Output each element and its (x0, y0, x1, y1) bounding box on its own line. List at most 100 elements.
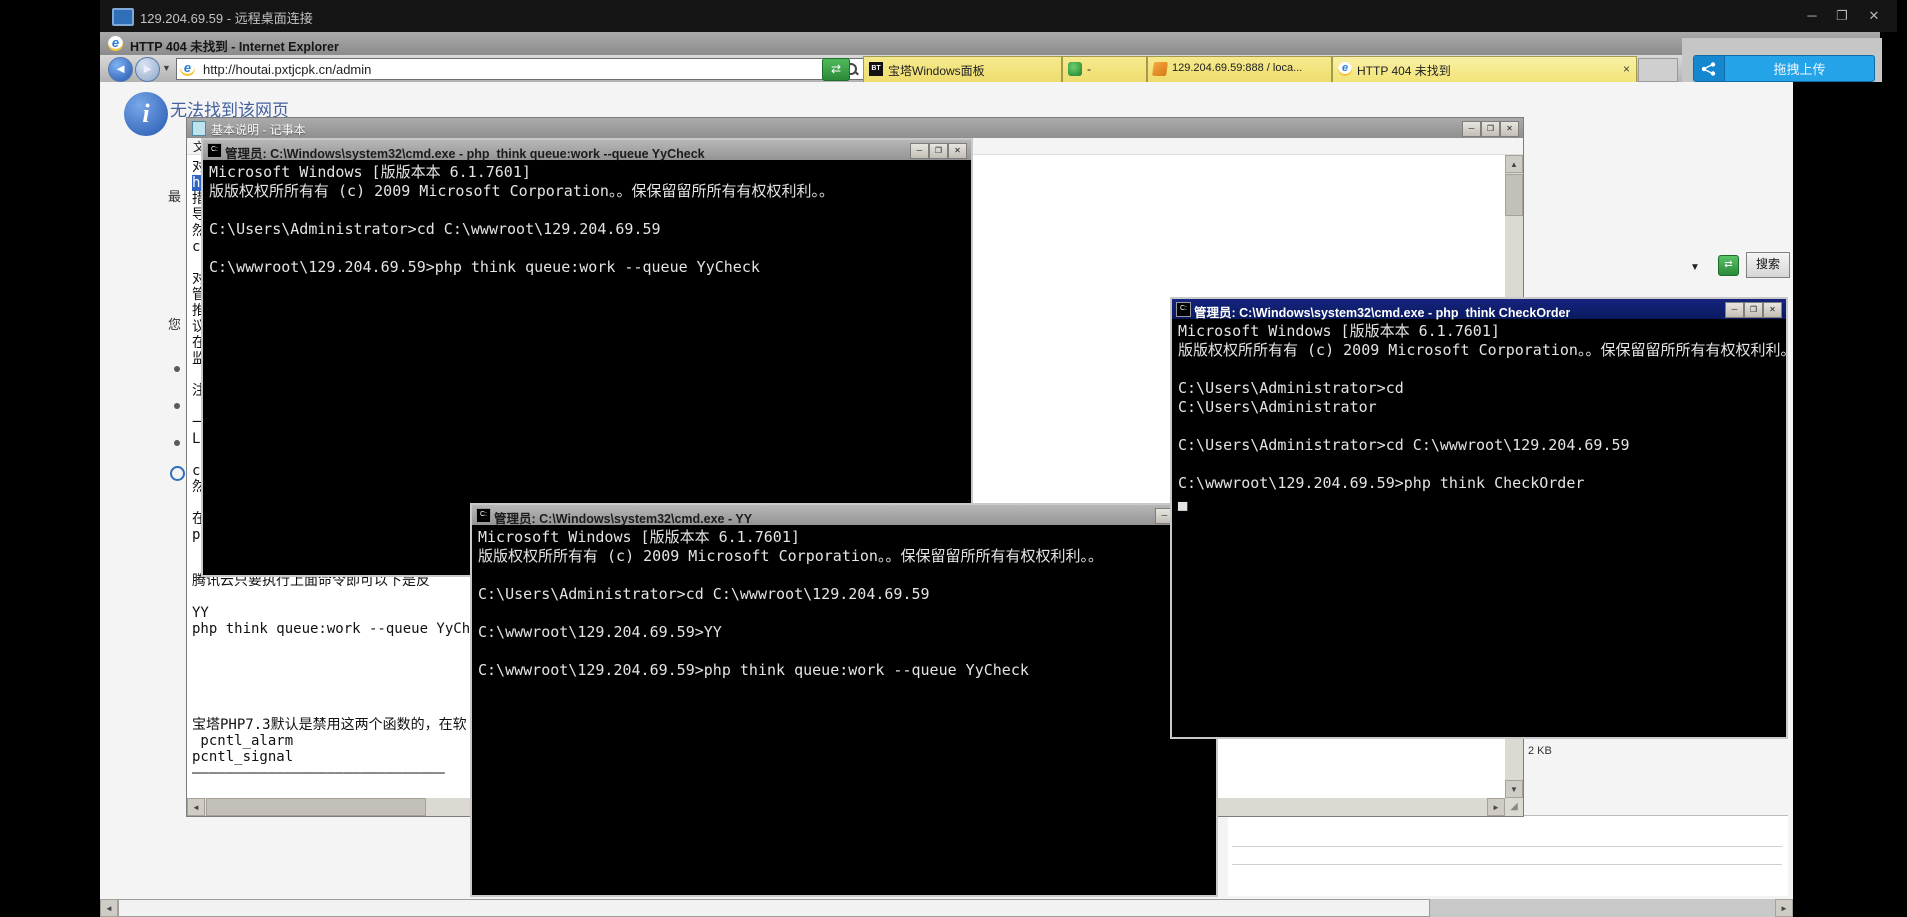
terminal-line: C:\wwwroot\129.204.69.59>php think Check… (1178, 474, 1786, 493)
terminal-line (478, 642, 1216, 661)
scroll-left-icon[interactable]: ◄ (100, 899, 118, 917)
refresh-swap-icon[interactable]: ⇄ (1718, 255, 1739, 276)
ie-titlebar: e HTTP 404 未找到 - Internet Explorer (100, 32, 1880, 56)
file-size-label: 2 KB (1528, 745, 1552, 757)
terminal-line: C:\Users\Administrator>cd C:\wwwroot\129… (478, 585, 1216, 604)
cmd-icon: C: (1176, 302, 1191, 317)
notepad-maximize-button[interactable]: ❐ (1481, 121, 1500, 137)
scroll-left-icon[interactable]: ◄ (187, 798, 205, 816)
terminal-line (478, 604, 1216, 623)
history-dropdown-icon[interactable]: ▼ (162, 63, 171, 73)
notepad-close-button[interactable]: ✕ (1500, 121, 1519, 137)
resize-grip-icon[interactable]: ◢ (1505, 798, 1523, 816)
phpmyadmin-icon (1152, 62, 1168, 76)
dropdown-caret-icon[interactable]: ▼ (1690, 262, 1700, 273)
tab-green-site[interactable]: - (1062, 56, 1147, 82)
tab-label: HTTP 404 未找到 (1357, 62, 1451, 79)
notepad-icon (192, 121, 206, 136)
session-horizontal-scrollbar[interactable]: ◄ ► (100, 899, 1793, 917)
drag-upload-button[interactable]: 拖拽上传 (1693, 55, 1875, 82)
terminal-line: ▄ (1178, 493, 1786, 512)
bullet-icon (174, 440, 180, 446)
ie-favicon-icon: e (1338, 62, 1352, 76)
terminal-output[interactable]: Microsoft Windows [版版本本 6.1.7601]版版权权所所有… (1172, 319, 1786, 737)
cmd-maximize-button[interactable]: ❐ (1744, 302, 1763, 318)
page-favicon-icon: e (180, 61, 195, 76)
cmd-titlebar[interactable]: C: 管理员: C:\Windows\system32\cmd.exe - ph… (203, 140, 971, 160)
terminal-line (1178, 360, 1786, 379)
bullet-icon (174, 403, 180, 409)
divider (1232, 846, 1782, 847)
green-site-icon (1068, 62, 1082, 76)
scroll-thumb[interactable] (118, 899, 1430, 917)
tab-label: - (1087, 62, 1091, 76)
upload-label: 拖拽上传 (1725, 59, 1874, 78)
page-panel (1228, 815, 1788, 896)
terminal-line (1178, 417, 1786, 436)
refresh-go-button[interactable]: ⇄ (822, 58, 850, 81)
tab-http-404[interactable]: e HTTP 404 未找到 × (1332, 56, 1637, 82)
terminal-line (209, 201, 971, 220)
ie-logo-icon: e (108, 36, 123, 51)
terminal-line: C:\Users\Administrator>cd C:\wwwroot\129… (1178, 436, 1786, 455)
scroll-up-icon[interactable]: ▲ (1505, 155, 1523, 173)
terminal-line (209, 239, 971, 258)
cmd-icon: C: (476, 508, 491, 523)
share-upload-icon (1694, 56, 1725, 81)
baota-icon: BT (869, 62, 883, 76)
cmd-titlebar[interactable]: C: 管理员: C:\Windows\system32\cmd.exe - YY… (472, 505, 1216, 525)
search-button[interactable]: 搜索 (1746, 252, 1790, 278)
terminal-line: 版版权权所所有有 (c) 2009 Microsoft Corporation。… (209, 182, 971, 201)
tab-phpmyadmin[interactable]: 129.204.69.59:888 / loca... (1147, 56, 1332, 82)
cmd-maximize-button[interactable]: ❐ (929, 143, 948, 159)
terminal-line (478, 566, 1216, 585)
cmd-icon: C: (207, 143, 222, 158)
cmd-minimize-button[interactable]: ─ (910, 143, 929, 159)
cmd-window-check-order: C: 管理员: C:\Windows\system32\cmd.exe - ph… (1170, 297, 1788, 739)
terminal-line: 版版权权所所有有 (c) 2009 Microsoft Corporation。… (478, 547, 1216, 566)
new-tab-button[interactable] (1638, 58, 1678, 82)
notepad-titlebar[interactable]: 基本说明 - 记事本 ─ ❐ ✕ (187, 118, 1523, 138)
tab-close-icon[interactable]: × (1623, 62, 1630, 76)
scroll-right-icon[interactable]: ► (1487, 798, 1505, 816)
address-bar[interactable]: e http://houtai.pxtjcpk.cn/admin ▼ (176, 58, 882, 80)
terminal-line (1178, 455, 1786, 474)
notepad-minimize-button[interactable]: ─ (1462, 121, 1481, 137)
tab-baota-panel[interactable]: BT 宝塔Windows面板 (863, 56, 1062, 82)
rdp-titlebar: 129.204.69.59 - 远程桌面连接 ─ ❐ ✕ (100, 0, 1897, 32)
divider (1232, 864, 1782, 865)
cmd-titlebar[interactable]: C: 管理员: C:\Windows\system32\cmd.exe - ph… (1172, 299, 1786, 319)
terminal-line: C:\wwwroot\129.204.69.59>php think queue… (209, 258, 971, 277)
rdp-close-button[interactable]: ✕ (1860, 4, 1888, 28)
tab-label: 宝塔Windows面板 (888, 62, 985, 79)
cmd-close-button[interactable]: ✕ (948, 143, 967, 159)
notepad-title: 基本说明 - 记事本 (211, 121, 306, 138)
terminal-line: C:\wwwroot\129.204.69.59>php think queue… (478, 661, 1216, 680)
address-url[interactable]: http://houtai.pxtjcpk.cn/admin (203, 62, 371, 77)
terminal-line: C:\Users\Administrator (1178, 398, 1786, 417)
scroll-down-icon[interactable]: ▼ (1505, 780, 1523, 798)
tab-label: 129.204.69.59:888 / loca... (1172, 62, 1302, 74)
terminal-line: Microsoft Windows [版版本本 6.1.7601] (209, 163, 971, 182)
rdp-minimize-button[interactable]: ─ (1798, 4, 1826, 28)
link-icon (170, 466, 185, 481)
cmd-window-yy: C: 管理员: C:\Windows\system32\cmd.exe - YY… (470, 503, 1218, 897)
bullet-icon (174, 366, 180, 372)
terminal-line: 版版权权所所有有 (c) 2009 Microsoft Corporation。… (1178, 341, 1786, 360)
ie-window-title: HTTP 404 未找到 - Internet Explorer (130, 36, 339, 55)
page-text-fragment: 您 (168, 314, 181, 333)
cmd-minimize-button[interactable]: ─ (1725, 302, 1744, 318)
scroll-right-icon[interactable]: ► (1775, 899, 1793, 917)
terminal-output[interactable]: Microsoft Windows [版版本本 6.1.7601]版版权权所所有… (472, 525, 1216, 895)
back-button[interactable]: ◄ (108, 57, 133, 82)
rdp-maximize-button[interactable]: ❐ (1828, 4, 1856, 28)
scroll-thumb[interactable] (1505, 174, 1523, 216)
terminal-line: C:\Users\Administrator>cd (1178, 379, 1786, 398)
scroll-thumb[interactable] (206, 798, 426, 816)
cmd-close-button[interactable]: ✕ (1763, 302, 1782, 318)
terminal-line: Microsoft Windows [版版本本 6.1.7601] (1178, 322, 1786, 341)
forward-button[interactable]: ► (135, 57, 160, 82)
info-icon: i (124, 92, 168, 136)
terminal-line: C:\Users\Administrator>cd C:\wwwroot\129… (209, 220, 971, 239)
rdp-session-window: 129.204.69.59 - 远程桌面连接 ─ ❐ ✕ e HTTP 404 … (100, 0, 1897, 917)
